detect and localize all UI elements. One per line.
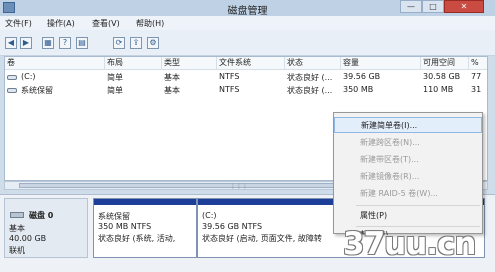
- menu-view[interactable]: 查看(V): [92, 18, 120, 29]
- column-header-type[interactable]: 类型: [162, 57, 217, 70]
- grip-icon: ⋮⋮⋮: [230, 183, 248, 190]
- menu-separator: [356, 205, 480, 206]
- refresh-icon[interactable]: ⟳: [113, 37, 125, 49]
- drive-icon: [7, 88, 17, 93]
- disk-icon: [10, 212, 24, 218]
- menu-item-new-mirrored-volume[interactable]: 新建镜像卷(R)...: [334, 169, 482, 185]
- menu-file[interactable]: 文件(F): [5, 18, 32, 29]
- partition-name: (C:): [202, 211, 217, 220]
- partition-status: 状态良好 (系统, 活动,: [98, 234, 176, 243]
- title-bar[interactable]: 磁盘管理 — □ ✕: [0, 0, 495, 17]
- disk-status: 联机: [9, 246, 25, 255]
- properties-icon[interactable]: ▤: [76, 37, 88, 49]
- volume-layout: 简单: [107, 73, 123, 82]
- menu-item-new-spanned-volume[interactable]: 新建跨区卷(N)...: [334, 135, 482, 151]
- column-header-status[interactable]: 状态: [285, 57, 341, 70]
- volume-status: 状态良好 (...: [287, 86, 333, 95]
- partition-name: 系统保留: [98, 212, 130, 221]
- partition-header-bar: [94, 199, 196, 205]
- column-header-filesystem[interactable]: 文件系统: [217, 57, 285, 70]
- disk-name: 磁盘 0: [29, 211, 54, 220]
- volume-filesystem: NTFS: [219, 72, 240, 81]
- close-button[interactable]: ✕: [444, 0, 484, 13]
- disk-0-label[interactable]: 磁盘 0 基本 40.00 GB 联机: [4, 198, 88, 258]
- drive-icon: [7, 75, 17, 80]
- volume-layout: 简单: [107, 86, 123, 95]
- partition-size: 350 MB NTFS: [98, 222, 152, 231]
- column-header-percent[interactable]: %: [469, 57, 487, 70]
- settings-icon[interactable]: ⚙: [147, 37, 159, 49]
- watermark: 37uu.cn: [343, 226, 476, 262]
- volume-name: (C:): [21, 72, 36, 81]
- partition-size: 39.56 GB NTFS: [202, 222, 263, 231]
- volume-capacity: 350 MB: [343, 85, 374, 94]
- menu-action[interactable]: 操作(A): [47, 18, 75, 29]
- volume-capacity: 39.56 GB: [343, 72, 381, 81]
- disk-size: 40.00 GB: [9, 234, 47, 243]
- menu-item-new-striped-volume[interactable]: 新建带区卷(T)...: [334, 152, 482, 168]
- column-header-layout[interactable]: 布局: [105, 57, 162, 70]
- toolbar: ◀ ▶ ▦ ? ▤ ⟳ ⇪ ⚙: [0, 30, 495, 56]
- partition-status: 状态良好 (启动, 页面文件, 故障转: [202, 234, 322, 243]
- minimize-button[interactable]: —: [400, 0, 422, 13]
- volume-free-space: 110 MB: [423, 85, 454, 94]
- column-header-volume[interactable]: 卷: [5, 57, 105, 70]
- maximize-button[interactable]: □: [422, 0, 444, 13]
- back-icon[interactable]: ◀: [5, 37, 17, 49]
- volume-filesystem: NTFS: [219, 85, 240, 94]
- list-view-icon[interactable]: ▦: [42, 37, 54, 49]
- context-menu: 新建简单卷(I)... 新建跨区卷(N)... 新建带区卷(T)... 新建镜像…: [333, 112, 483, 235]
- volume-free-space: 30.58 GB: [423, 72, 461, 81]
- column-header-free-space[interactable]: 可用空间: [421, 57, 469, 70]
- volume-status: 状态良好 (...: [287, 73, 333, 82]
- column-header-capacity[interactable]: 容量: [341, 57, 421, 70]
- export-icon[interactable]: ⇪: [130, 37, 142, 49]
- menu-help[interactable]: 帮助(H): [136, 18, 164, 29]
- volume-name: 系统保留: [21, 86, 53, 95]
- menu-item-properties[interactable]: 属性(P): [334, 208, 482, 224]
- help-icon[interactable]: ?: [59, 37, 71, 49]
- partition-system-reserved[interactable]: 系统保留 350 MB NTFS 状态良好 (系统, 活动,: [93, 198, 197, 258]
- forward-icon[interactable]: ▶: [20, 37, 32, 49]
- volume-type: 基本: [164, 73, 180, 82]
- menu-item-new-simple-volume[interactable]: 新建简单卷(I)...: [334, 117, 482, 133]
- menu-bar: 文件(F) 操作(A) 查看(V) 帮助(H): [0, 16, 495, 30]
- menu-item-new-raid5-volume[interactable]: 新建 RAID-5 卷(W)...: [334, 186, 482, 202]
- volume-percent-free: 31: [471, 85, 482, 94]
- volume-percent-free: 77: [471, 72, 482, 81]
- disk-management-window: 磁盘管理 — □ ✕ 文件(F) 操作(A) 查看(V) 帮助(H) ◀ ▶ ▦…: [0, 0, 495, 272]
- volume-type: 基本: [164, 86, 180, 95]
- disk-type: 基本: [9, 224, 25, 233]
